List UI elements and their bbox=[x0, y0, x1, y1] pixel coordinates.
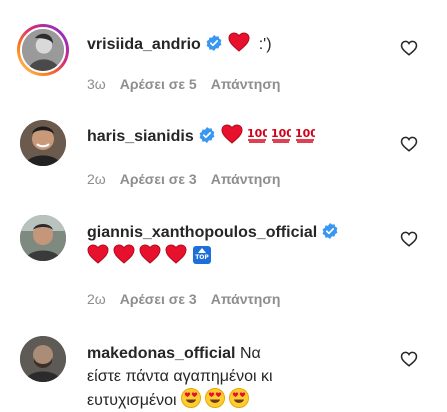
verified-badge-icon bbox=[199, 127, 215, 143]
username[interactable]: giannis_xanthopoulos_official bbox=[87, 224, 317, 241]
timestamp[interactable]: 3ω bbox=[87, 76, 106, 92]
like-heart-icon[interactable] bbox=[400, 135, 418, 153]
hundred-points-emoji: 100 bbox=[271, 124, 291, 144]
avatar[interactable] bbox=[20, 336, 66, 382]
svg-text:100: 100 bbox=[271, 127, 291, 140]
comment-text: makedonas_official Να είστε πάντα αγαπημ… bbox=[87, 342, 292, 412]
comment-meta: 2ω Αρέσει σε 3 Απάντηση bbox=[87, 290, 294, 308]
likes-count[interactable]: Αρέσει σε 3 bbox=[120, 291, 197, 307]
hundred-points-emoji: 100 bbox=[247, 124, 267, 144]
comment-body: :') bbox=[258, 36, 272, 53]
verified-badge-icon bbox=[322, 223, 338, 239]
likes-count[interactable]: Αρέσει σε 5 bbox=[120, 76, 197, 92]
red-heart-emoji bbox=[113, 244, 135, 264]
like-heart-icon[interactable] bbox=[400, 230, 418, 248]
svg-text:100: 100 bbox=[247, 127, 267, 140]
like-heart-icon[interactable] bbox=[400, 350, 418, 368]
verified-badge-icon bbox=[206, 35, 222, 51]
avatar[interactable] bbox=[20, 215, 66, 261]
heart-eyes-emoji bbox=[229, 388, 250, 408]
red-heart-emoji bbox=[87, 244, 109, 264]
reply-button[interactable]: Απάντηση bbox=[211, 76, 281, 92]
hundred-points-emoji: 100 bbox=[295, 124, 315, 144]
red-heart-emoji bbox=[165, 244, 187, 264]
heart-eyes-emoji bbox=[181, 388, 202, 408]
reply-button[interactable]: Απάντηση bbox=[211, 171, 281, 187]
comment-text: haris_sianidis 100 100 100 bbox=[87, 124, 387, 148]
comment-meta: 3ω Αρέσει σε 5 Απάντηση bbox=[87, 75, 294, 93]
heart-eyes-emoji bbox=[205, 388, 226, 408]
comment-meta: 2ω Αρέσει σε 3 Απάντηση bbox=[87, 170, 294, 188]
timestamp[interactable]: 2ω bbox=[87, 291, 106, 307]
avatar[interactable] bbox=[17, 24, 69, 76]
like-heart-icon[interactable] bbox=[400, 39, 418, 57]
red-heart-emoji bbox=[228, 32, 250, 52]
reply-button[interactable]: Απάντηση bbox=[211, 291, 281, 307]
top-arrow-icon: TOP bbox=[193, 246, 211, 264]
top-badge-text: TOP bbox=[195, 254, 209, 261]
red-heart-emoji bbox=[139, 244, 161, 264]
likes-count[interactable]: Αρέσει σε 3 bbox=[120, 171, 197, 187]
username[interactable]: makedonas_official bbox=[87, 345, 236, 362]
comment-text: vrisiida_andrio :') bbox=[87, 32, 387, 56]
svg-text:100: 100 bbox=[295, 127, 315, 140]
username[interactable]: haris_sianidis bbox=[87, 128, 194, 145]
timestamp[interactable]: 2ω bbox=[87, 171, 106, 187]
username[interactable]: vrisiida_andrio bbox=[87, 36, 201, 53]
comment-text: giannis_xanthopoulos_official TOP bbox=[87, 221, 397, 268]
red-heart-emoji bbox=[221, 124, 243, 144]
avatar[interactable] bbox=[20, 120, 66, 166]
